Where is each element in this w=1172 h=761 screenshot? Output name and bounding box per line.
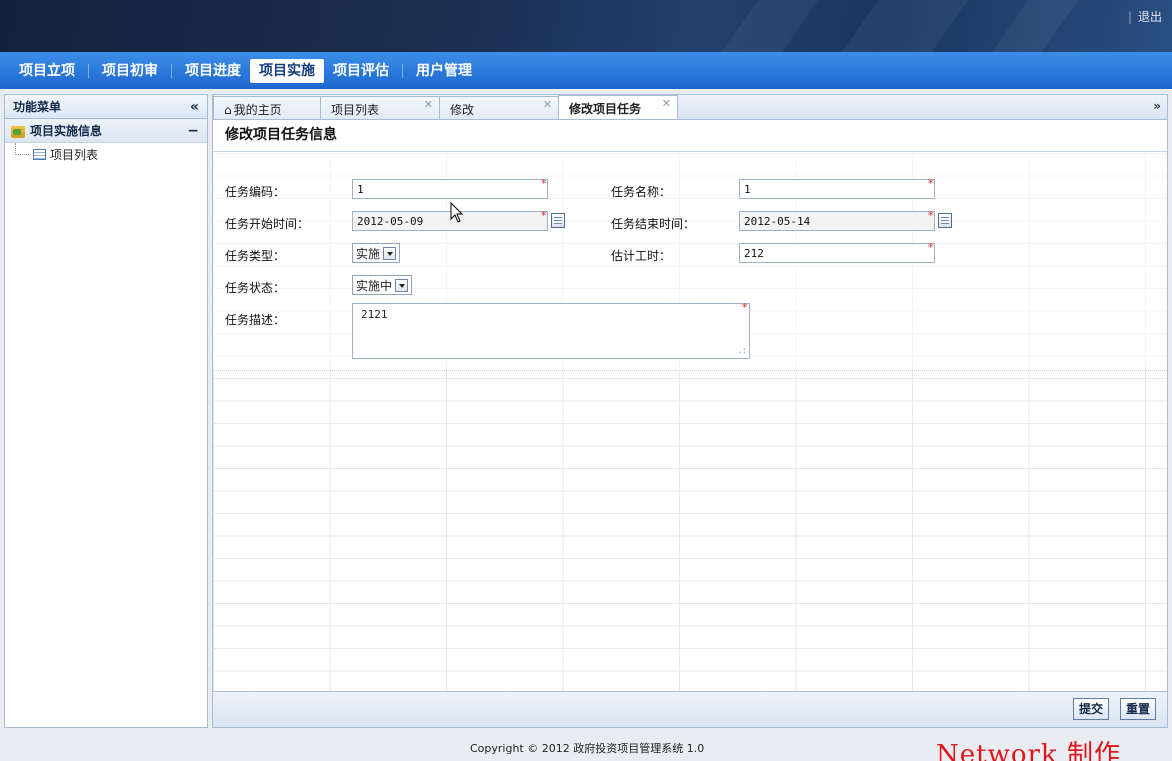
sidebar-group-title: 项目实施信息 <box>11 122 102 139</box>
close-icon[interactable]: ✕ <box>662 97 671 110</box>
description-value: 2121 <box>361 308 388 321</box>
top-banner: | 退出 <box>0 0 1172 52</box>
double-chevron-down-icon[interactable]: » <box>1153 99 1161 113</box>
sidebar-header: 功能菜单 « <box>5 95 207 119</box>
nav-separator <box>171 63 172 78</box>
chevron-down-icon <box>395 278 409 292</box>
tab-label: 我的主页 <box>233 103 282 117</box>
task-name-input[interactable]: 1 <box>739 179 935 199</box>
tab-label: 修改项目任务 <box>569 102 642 116</box>
nav-item-user-management[interactable]: 用户管理 <box>407 59 481 83</box>
required-mark: * <box>928 241 934 254</box>
task-code-label: 任务编码： <box>225 185 286 199</box>
tab-edit[interactable]: 修改 ✕ <box>439 96 559 119</box>
task-code-input[interactable]: 1 <box>352 179 548 199</box>
task-status-label: 任务状态： <box>225 281 286 295</box>
task-type-label: 任务类型： <box>225 249 286 263</box>
home-icon: ⌂ <box>224 103 232 117</box>
tab-bar: ⌂ 我的主页 项目列表 ✕ 修改 ✕ 修改项目任务 ✕ » <box>213 95 1167 120</box>
list-icon <box>33 148 46 160</box>
task-type-select[interactable]: 实施 <box>352 243 401 263</box>
end-time-label: 任务结束时间： <box>611 217 696 231</box>
task-name-label: 任务名称： <box>611 185 672 199</box>
logout-separator: | <box>1127 10 1132 24</box>
description-textarea[interactable]: 2121 .: <box>352 303 750 359</box>
tab-project-list[interactable]: 项目列表 ✕ <box>320 96 440 119</box>
nav-separator <box>88 63 89 78</box>
task-type-value: 实施 <box>356 246 381 261</box>
sidebar: 功能菜单 « 项目实施信息 − 项目列表 <box>4 94 208 728</box>
mouse-cursor-icon <box>450 202 464 223</box>
submit-button[interactable]: 提交 <box>1073 698 1110 720</box>
chevron-down-icon <box>383 246 397 260</box>
main-nav: 项目立项 项目初审 项目进度 项目实施 项目评估 用户管理 <box>0 52 1172 89</box>
logout-area: | 退出 <box>1128 8 1162 25</box>
banner-decoration <box>841 0 969 52</box>
sidebar-item-project-list[interactable]: 项目列表 <box>5 143 207 165</box>
est-hours-label: 估计工时： <box>611 249 672 263</box>
description-label: 任务描述： <box>225 313 286 327</box>
required-mark: * <box>742 301 748 314</box>
nav-item-project-setup[interactable]: 项目立项 <box>10 59 84 83</box>
task-status-value: 实施中 <box>356 278 393 293</box>
nav-separator <box>402 63 403 78</box>
sidebar-title: 功能菜单 <box>13 100 62 114</box>
nav-item-evaluation[interactable]: 项目评估 <box>324 59 398 83</box>
sidebar-item-label: 项目列表 <box>50 147 99 162</box>
calendar-icon[interactable] <box>551 213 565 228</box>
tab-edit-project-task[interactable]: 修改项目任务 ✕ <box>558 95 678 119</box>
required-mark: * <box>541 177 547 190</box>
banner-decoration <box>991 0 1079 52</box>
est-hours-input[interactable]: 212 <box>739 243 935 263</box>
watermark-text: Network 制作 <box>936 740 1121 761</box>
calendar-icon[interactable] <box>938 213 952 228</box>
task-status-select[interactable]: 实施中 <box>352 275 413 295</box>
tree-connector <box>15 143 29 155</box>
tab-home[interactable]: ⌂ 我的主页 <box>213 96 321 119</box>
close-icon[interactable]: ✕ <box>543 98 552 111</box>
nav-item-progress[interactable]: 项目进度 <box>176 59 250 83</box>
collapse-icon[interactable]: − <box>187 123 199 139</box>
tab-label: 项目列表 <box>331 103 380 117</box>
sidebar-group-label: 项目实施信息 <box>30 124 103 138</box>
tab-label: 修改 <box>450 103 475 117</box>
required-mark: * <box>928 209 934 222</box>
nav-item-implementation[interactable]: 项目实施 <box>250 58 324 83</box>
resize-grip-icon[interactable]: .: <box>737 346 747 356</box>
reset-button[interactable]: 重置 <box>1120 698 1157 720</box>
main-panel: ⌂ 我的主页 项目列表 ✕ 修改 ✕ 修改项目任务 ✕ » 修改项目任务信息 任务编码：… <box>212 94 1168 728</box>
page-title: 修改项目任务信息 <box>213 120 1167 152</box>
banner-decoration <box>721 0 819 52</box>
double-chevron-left-icon[interactable]: « <box>190 99 199 115</box>
task-form: 任务编码： 1 * 任务名称： 1 * 任务开始时间： 2012-05-09 *… <box>213 153 1167 371</box>
required-mark: * <box>928 177 934 190</box>
sidebar-group-implementation-info[interactable]: 项目实施信息 − <box>5 119 207 143</box>
action-bar: 提交 重置 <box>213 691 1167 727</box>
logout-link[interactable]: 退出 <box>1138 10 1162 24</box>
close-icon[interactable]: ✕ <box>424 98 433 111</box>
folder-icon <box>11 125 25 138</box>
end-time-input[interactable]: 2012-05-14 <box>739 211 935 231</box>
required-mark: * <box>541 209 547 222</box>
nav-item-initial-review[interactable]: 项目初审 <box>93 59 167 83</box>
copyright-text: Copyright © 2012 政府投资项目管理系统 1.0 <box>470 742 705 755</box>
start-time-label: 任务开始时间： <box>225 217 310 231</box>
